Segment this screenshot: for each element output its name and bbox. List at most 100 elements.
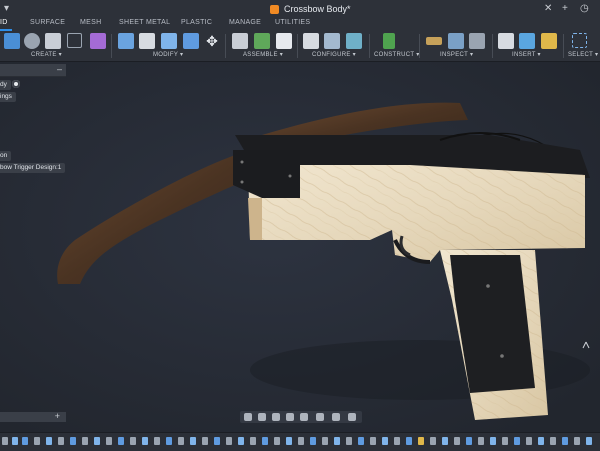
timeline-feature[interactable] — [178, 437, 184, 445]
timeline-feature[interactable] — [118, 437, 124, 445]
grid-icon[interactable] — [332, 413, 340, 421]
insert-derive-icon[interactable] — [498, 33, 514, 49]
timeline-feature[interactable] — [406, 437, 412, 445]
tab-utilities[interactable]: UTILITIES — [275, 19, 310, 26]
timeline-feature[interactable] — [262, 437, 268, 445]
app-menu-caret[interactable]: ▾ — [4, 3, 9, 15]
browser-item-settings[interactable]: ings — [0, 92, 16, 102]
timeline-feature[interactable] — [394, 437, 400, 445]
tab-manage[interactable]: MANAGE — [229, 19, 261, 26]
select-icon[interactable] — [572, 33, 587, 48]
play-start-icon[interactable] — [2, 437, 8, 445]
revolve-icon[interactable] — [45, 33, 61, 49]
timeline-feature[interactable] — [106, 437, 112, 445]
timeline-feature[interactable] — [526, 437, 532, 445]
pan-icon[interactable] — [272, 413, 280, 421]
timeline-feature[interactable] — [538, 437, 544, 445]
group-modify[interactable]: MODIFY ▾ — [153, 51, 183, 58]
measure-icon[interactable] — [426, 37, 442, 45]
move-icon[interactable]: ✥ — [204, 33, 220, 49]
section-analysis-icon[interactable] — [469, 33, 485, 49]
parameters-icon[interactable] — [303, 33, 319, 49]
shell-icon[interactable] — [183, 33, 199, 49]
group-construct[interactable]: CONSTRUCT ▾ — [374, 51, 420, 58]
group-create[interactable]: CREATE ▾ — [31, 51, 62, 58]
interference-icon[interactable] — [448, 33, 464, 49]
timeline-feature[interactable] — [202, 437, 208, 445]
visibility-eye-icon[interactable] — [12, 80, 20, 88]
timeline-feature[interactable] — [322, 437, 328, 445]
configure-table-icon[interactable] — [324, 33, 340, 49]
extrude-icon[interactable] — [24, 33, 40, 49]
timeline-feature[interactable] — [238, 437, 244, 445]
browser-item-origin[interactable]: on — [0, 151, 12, 161]
timeline-feature[interactable] — [562, 437, 568, 445]
group-insert[interactable]: INSERT ▾ — [512, 51, 541, 58]
timeline-feature[interactable] — [130, 437, 136, 445]
insert-decal-icon[interactable] — [519, 33, 535, 49]
add-comment-icon[interactable]: + — [55, 411, 60, 421]
timeline-feature[interactable] — [430, 437, 436, 445]
timeline-feature[interactable] — [190, 437, 196, 445]
timeline-feature[interactable] — [310, 437, 316, 445]
job-status-icon[interactable]: ◷ — [580, 3, 589, 15]
timeline-feature[interactable] — [154, 437, 160, 445]
timeline-feature[interactable] — [82, 437, 88, 445]
orbit-icon[interactable] — [244, 413, 252, 421]
timeline-feature[interactable] — [370, 437, 376, 445]
timeline-feature[interactable] — [226, 437, 232, 445]
tab-plastic[interactable]: PLASTIC — [181, 19, 212, 26]
group-configure[interactable]: CONFIGURE ▾ — [312, 51, 356, 58]
timeline-feature[interactable] — [22, 437, 28, 445]
timeline-feature[interactable] — [346, 437, 352, 445]
timeline-feature[interactable] — [550, 437, 556, 445]
timeline-feature[interactable] — [166, 437, 172, 445]
viewports-icon[interactable] — [348, 413, 356, 421]
timeline-feature[interactable] — [58, 437, 64, 445]
fit-icon[interactable] — [300, 413, 308, 421]
tab-surface[interactable]: SURFACE — [30, 19, 65, 26]
timeline-feature[interactable] — [442, 437, 448, 445]
chamfer-icon[interactable] — [161, 33, 177, 49]
browser-item-root[interactable]: dy — [0, 80, 11, 90]
timeline-feature[interactable] — [574, 437, 580, 445]
timeline-feature[interactable] — [466, 437, 472, 445]
new-component-assemble-icon[interactable] — [232, 33, 248, 49]
timeline-feature[interactable] — [418, 437, 424, 445]
new-component-icon[interactable] — [4, 33, 20, 49]
close-tab-icon[interactable]: ✕ — [544, 3, 552, 15]
group-select[interactable]: SELECT ▾ — [568, 51, 598, 58]
viewport-canvas[interactable] — [0, 62, 600, 432]
document-tab[interactable]: Crossbow Body* — [270, 2, 351, 16]
timeline-feature[interactable] — [94, 437, 100, 445]
timeline-feature[interactable] — [70, 437, 76, 445]
tab-solid[interactable]: ID — [0, 19, 8, 26]
sweep-icon[interactable] — [67, 33, 82, 48]
press-pull-icon[interactable] — [118, 33, 134, 49]
timeline-feature[interactable] — [286, 437, 292, 445]
tab-sheet-metal[interactable]: SHEET METAL — [119, 19, 170, 26]
browser-item-component[interactable]: bow Trigger Design:1 — [0, 163, 66, 173]
timeline-feature[interactable] — [34, 437, 40, 445]
timeline-feature[interactable] — [334, 437, 340, 445]
collapse-icon[interactable]: – — [57, 64, 62, 74]
zoom-icon[interactable] — [286, 413, 294, 421]
new-tab-icon[interactable]: + — [562, 3, 568, 15]
timeline-feature[interactable] — [142, 437, 148, 445]
fillet-icon[interactable] — [139, 33, 155, 49]
timeline-feature[interactable] — [490, 437, 496, 445]
timeline-feature[interactable] — [586, 437, 592, 445]
offset-plane-icon[interactable] — [383, 33, 395, 49]
timeline-feature[interactable] — [46, 437, 52, 445]
as-built-joint-icon[interactable] — [276, 33, 292, 49]
timeline-feature[interactable] — [454, 437, 460, 445]
insert-canvas-icon[interactable] — [541, 33, 557, 49]
timeline-feature[interactable] — [250, 437, 256, 445]
timeline-feature[interactable] — [214, 437, 220, 445]
timeline-feature[interactable] — [478, 437, 484, 445]
joint-icon[interactable] — [254, 33, 270, 49]
timeline-feature[interactable] — [12, 437, 18, 445]
tab-mesh[interactable]: MESH — [80, 19, 101, 26]
timeline-feature[interactable] — [358, 437, 364, 445]
display-settings-icon[interactable] — [316, 413, 324, 421]
